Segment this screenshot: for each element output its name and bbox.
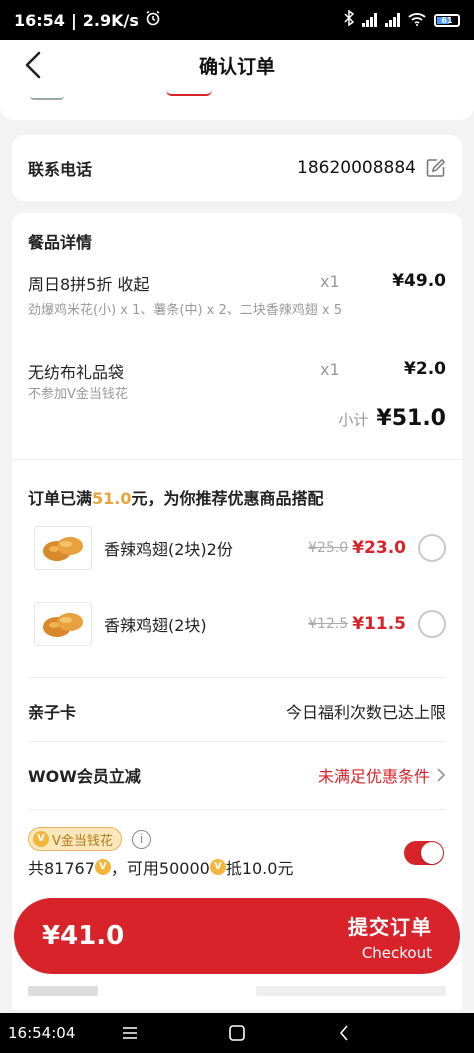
vgold-total: 共81767 [28,859,95,878]
recommend-item[interactable]: 香辣鸡翅(2块)2份 ¥25.0 ¥23.0 [34,525,446,571]
home-icon[interactable] [225,1021,249,1045]
status-bar: 16:54 | 2.9K/s 61 [0,0,474,40]
subtotal: 小计 ¥51.0 [338,406,446,431]
chevron-left-icon [25,51,41,79]
item-desc: 不参加V金当钱花 [28,387,128,402]
recommend-name: 香辣鸡翅(2块)2份 [104,540,233,559]
select-radio[interactable] [418,534,446,562]
recommend-title-prefix: 订单已满 [28,489,93,508]
battery-icon: 61 [434,13,460,27]
details-title: 餐品详情 [28,233,93,252]
coin-icon: V [33,831,49,847]
checkout-bar[interactable]: ¥41.0 提交订单 Checkout [14,898,460,974]
vgold-badge: V V金当钱花 [28,827,122,851]
vgold-text: 共81767 V ，可用50000 V 抵10.0元 [28,855,293,879]
toggle-knob [421,842,443,864]
peek-value [256,986,446,996]
submit-order-label: 提交订单 [348,914,432,939]
checkout-total: ¥41.0 [42,921,125,951]
menu-icon[interactable] [118,1021,142,1045]
divider [28,677,446,678]
chicken-wing-image [34,526,92,570]
status-right: 61 [344,9,460,30]
peek-tag [166,90,212,96]
wifi-icon [408,11,426,30]
order-item-2: 无纺布礼品袋 [28,359,446,383]
family-card-row[interactable]: 亲子卡 今日福利次数已达上限 [28,699,446,723]
submit-order-button[interactable]: 提交订单 Checkout [348,911,432,962]
page-title: 确认订单 [198,55,275,78]
bluetooth-icon [344,9,355,30]
divider [28,809,446,810]
system-nav-bar: 16:54:04 [0,1013,474,1053]
subtotal-label: 小计 [338,411,369,429]
family-card-value: 今日福利次数已达上限 [285,703,446,722]
item-desc: 劲爆鸡米花(小) x 1、薯条(中) x 2、二块香辣鸡翅 x 5 [28,303,342,318]
item-qty: x1 [320,272,340,291]
order-item-1: 周日8拼5折 收起 [28,271,446,295]
vgold-usable: ，可用50000 [110,859,210,878]
order-card: 餐品详情 周日8拼5折 收起 x1 ¥49.0 劲爆鸡米花(小) x 1、薯条(… [12,213,462,1003]
item-price: ¥49.0 [392,271,446,291]
back-nav-icon[interactable] [332,1021,356,1045]
contact-phone-row[interactable]: 18620008884 [297,158,446,178]
contact-card: 联系电话 18620008884 [12,135,462,201]
new-price: ¥23.0 [352,538,406,558]
store-info-peek [0,90,474,120]
submit-order-sublabel: Checkout [361,943,432,962]
coin-icon: V [209,859,226,875]
divider [28,741,446,742]
divider [12,459,462,460]
wow-value-group: 未满足优惠条件 [318,763,446,787]
family-card-label: 亲子卡 [28,703,77,722]
system-time: 16:54:04 [8,1024,76,1042]
wow-value: 未满足优惠条件 [317,767,430,786]
recommend-item[interactable]: 香辣鸡翅(2块) ¥12.5 ¥11.5 [34,601,446,647]
vgold-toggle[interactable] [404,841,444,865]
info-icon[interactable]: i [132,830,151,849]
signal-icon-2 [385,13,400,27]
network-speed: 2.9K/s [82,10,139,30]
new-price: ¥11.5 [352,614,406,634]
back-button[interactable] [18,50,48,80]
item-qty: x1 [320,360,340,379]
signal-icon [362,13,377,27]
recommend-name: 香辣鸡翅(2块) [104,616,207,635]
contact-label: 联系电话 [28,160,93,179]
wow-row[interactable]: WOW会员立减 未满足优惠条件 [28,763,446,787]
chevron-right-icon [437,768,446,782]
peek-label [28,986,98,996]
status-left: 16:54 | 2.9K/s [14,10,161,30]
recommend-title-amount: 51.0 [92,489,132,508]
contact-phone: 18620008884 [297,158,416,178]
battery-level: 61 [441,15,453,25]
vgold-deduct: 抵10.0元 [225,859,294,878]
coin-icon: V [94,859,111,875]
select-radio[interactable] [418,610,446,638]
wow-label: WOW会员立减 [28,767,141,786]
recommend-title: 订单已满51.0元，为你推荐优惠商品搭配 [28,485,324,509]
alarm-icon [145,10,161,30]
item-name: 无纺布礼品袋 [28,363,125,382]
old-price: ¥12.5 [308,616,349,632]
payment-row-peek [12,980,462,1010]
edit-icon[interactable] [426,158,446,178]
nav-bar: 确认订单 [0,40,474,90]
vgold-badge-text: V金当钱花 [52,833,113,849]
item-price: ¥2.0 [404,359,446,379]
subtotal-value: ¥51.0 [376,406,446,431]
recommend-title-suffix: 元，为你推荐优惠商品搭配 [131,489,324,508]
peek-decoration [30,90,64,100]
item-name[interactable]: 周日8拼5折 收起 [28,275,149,294]
status-time: 16:54 [14,10,65,30]
old-price: ¥25.0 [308,540,349,556]
chicken-wing-image [34,602,92,646]
status-separator: | [70,10,77,30]
